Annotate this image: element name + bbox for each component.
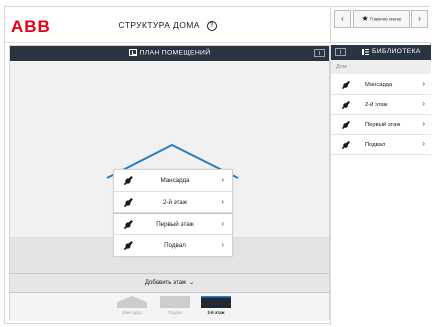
library-icon xyxy=(362,49,369,55)
wrench-icon xyxy=(124,240,133,250)
chevron-right-icon: › xyxy=(422,99,425,108)
library-item-basement[interactable]: Подвал › xyxy=(331,135,431,155)
floor-plan-title: ПЛАН ПОМЕЩЕНИЙ xyxy=(10,49,329,56)
library-item-second[interactable]: 2-й этаж › xyxy=(331,95,431,115)
wrench-icon xyxy=(124,220,133,229)
chevron-down-icon: ⌄ xyxy=(189,280,195,286)
top-header: ABB СТРУКТУРА ДОМА ? xyxy=(5,7,330,43)
library-item-label: Подвал xyxy=(365,142,386,148)
chevron-right-icon: › xyxy=(422,119,425,128)
floor-label: Подвал xyxy=(164,241,186,249)
wrench-icon xyxy=(124,197,133,207)
add-floor-button[interactable]: Добавить этаж ⌄ xyxy=(10,273,329,293)
library-header: БИБЛИОТЕКА xyxy=(331,45,431,60)
floor-label: Первый этаж xyxy=(156,221,194,228)
library-item-first[interactable]: Первый этаж › xyxy=(331,115,431,135)
floor-thumbnails: Мансарда Подвал 2-й этаж xyxy=(10,293,329,321)
wrench-icon xyxy=(124,176,133,185)
library-item-label: Мансарда xyxy=(365,82,393,88)
main-menu-label: Главное меню xyxy=(369,17,402,23)
library-title: БИБЛИОТЕКА xyxy=(372,48,421,55)
thumb-second[interactable]: 2-й этаж xyxy=(201,296,231,316)
page-title: СТРУКТУРА ДОМА ? xyxy=(5,20,330,31)
second-floor-thumbnail-icon xyxy=(201,296,231,308)
floor-label: 2-й этаж xyxy=(162,198,188,206)
floor-row-basement[interactable]: Подвал › xyxy=(114,235,232,257)
floor-list: Мансарда › 2-й этаж › Первый этаж › Подв… xyxy=(113,169,233,257)
chevron-right-icon: › xyxy=(422,79,425,88)
thumb-label: Подвал xyxy=(167,310,183,315)
chevron-right-icon: › xyxy=(422,139,425,148)
floor-row-first[interactable]: Первый этаж › xyxy=(114,213,232,235)
attic-thumbnail-icon xyxy=(117,296,147,308)
library-list: Мансарда › 2-й этаж › Первый этаж › Подв… xyxy=(331,75,431,155)
breadcrumb[interactable]: Дом xyxy=(331,60,431,74)
wrench-icon xyxy=(342,140,350,149)
wrench-icon xyxy=(342,120,350,129)
library-item-attic[interactable]: Мансарда › xyxy=(331,75,431,95)
thumb-attic[interactable]: Мансарда xyxy=(117,296,147,316)
library-panel: БИБЛИОТЕКА Дом Мансарда › 2-й этаж › Пер… xyxy=(330,45,431,325)
house-canvas: Мансарда › 2-й этаж › Первый этаж › Подв… xyxy=(10,61,329,273)
help-icon[interactable]: ? xyxy=(206,20,217,31)
floor-plan-icon xyxy=(128,49,137,56)
add-floor-label: Добавить этаж xyxy=(144,280,187,286)
basement-thumbnail-icon xyxy=(160,296,190,308)
chevron-right-icon: › xyxy=(221,175,224,184)
chevron-right-icon: › xyxy=(221,239,224,249)
collapse-panel-icon[interactable] xyxy=(335,48,346,56)
chevron-right-icon: › xyxy=(221,219,224,228)
thumb-basement[interactable]: Подвал xyxy=(160,296,190,316)
star-icon: ★ xyxy=(361,14,369,23)
expand-panel-icon[interactable] xyxy=(314,49,325,57)
app-window: ABB СТРУКТУРА ДОМА ? ‹ ★Главное меню › П… xyxy=(4,6,431,325)
prev-button[interactable]: ‹ xyxy=(334,10,351,28)
library-item-label: 2-й этаж xyxy=(365,102,388,108)
wrench-icon xyxy=(342,80,350,89)
floor-label: Мансарда xyxy=(160,177,190,184)
floor-plan-header: ПЛАН ПОМЕЩЕНИЙ xyxy=(10,46,329,61)
next-button[interactable]: › xyxy=(411,10,428,28)
chevron-right-icon: › xyxy=(221,196,224,206)
top-navigation: ‹ ★Главное меню › xyxy=(330,7,431,43)
main-menu-button[interactable]: ★Главное меню xyxy=(353,10,410,28)
floor-plan-title-text: ПЛАН ПОМЕЩЕНИЙ xyxy=(139,49,211,57)
floor-plan-panel: ПЛАН ПОМЕЩЕНИЙ Мансарда › 2-й этаж › Пер… xyxy=(9,45,330,321)
thumb-label: 2-й этаж xyxy=(207,310,225,315)
floor-row-second[interactable]: 2-й этаж › xyxy=(114,192,232,213)
library-item-label: Первый этаж xyxy=(365,122,401,128)
floor-row-attic[interactable]: Мансарда › xyxy=(114,170,232,192)
wrench-icon xyxy=(342,100,350,109)
page-title-text: СТРУКТУРА ДОМА xyxy=(118,20,200,30)
thumb-label: Мансарда xyxy=(122,310,142,315)
